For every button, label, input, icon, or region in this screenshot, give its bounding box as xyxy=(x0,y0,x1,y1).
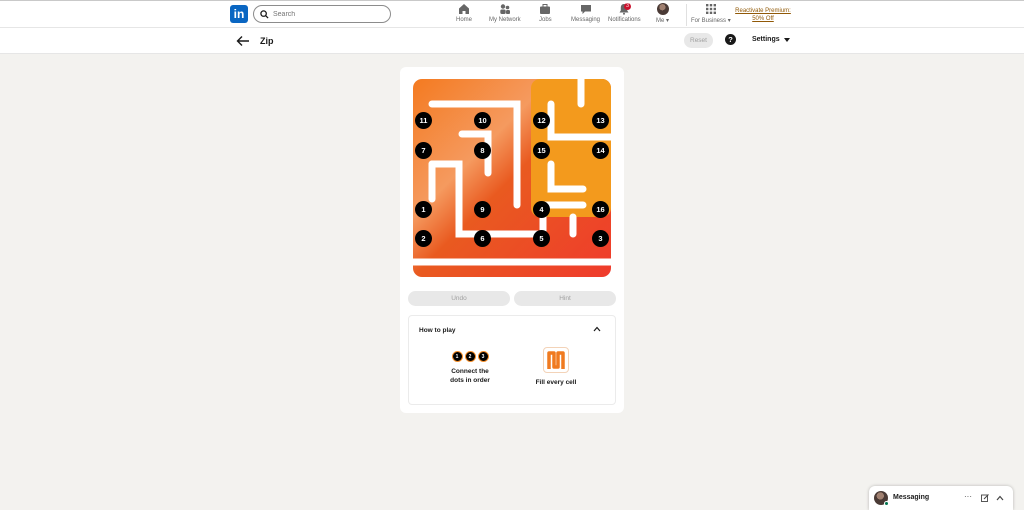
reset-button[interactable]: Reset xyxy=(684,33,713,48)
node: 13 xyxy=(592,112,609,129)
nav-me-label: Me xyxy=(656,18,665,24)
fill-path-icon xyxy=(543,347,569,373)
undo-button[interactable]: Undo xyxy=(408,291,510,306)
linkedin-logo[interactable]: in xyxy=(230,5,248,23)
how-to-play-panel: How to play 1 2 3 Connect the dots in or… xyxy=(408,315,616,405)
step-connect-line-2: dots in order xyxy=(450,377,490,384)
settings-button[interactable]: Settings xyxy=(752,36,790,43)
nav-home-label: Home xyxy=(456,17,473,23)
node: 14 xyxy=(592,142,609,159)
nav-divider xyxy=(686,4,687,26)
chevron-up-icon[interactable] xyxy=(996,495,1004,501)
premium-line-2: 50% Off xyxy=(752,16,774,22)
hint-button[interactable]: Hint xyxy=(514,291,616,306)
node: 12 xyxy=(533,112,550,129)
home-icon xyxy=(459,4,469,14)
node: 6 xyxy=(474,230,491,247)
node: 3 xyxy=(592,230,609,247)
step-fill-cells: Fill every cell xyxy=(529,347,583,387)
search-box[interactable] xyxy=(253,5,391,23)
mini-dot: 2 xyxy=(464,351,476,362)
step-connect-line-1: Connect the xyxy=(451,368,489,375)
briefcase-icon xyxy=(540,4,551,14)
nav-jobs-label: Jobs xyxy=(539,17,552,23)
step-fill-label: Fill every cell xyxy=(535,379,577,386)
messaging-overlay[interactable]: Messaging ··· xyxy=(869,486,1013,510)
game-controls: Undo Hint xyxy=(408,291,616,306)
global-nav: in Home My Network Jobs Messaging 3 Noti… xyxy=(0,0,1024,28)
mini-dot: 3 xyxy=(477,351,489,362)
reactivate-premium-link[interactable]: Reactivate Premium: 50% Off xyxy=(733,7,793,23)
node: 5 xyxy=(533,230,550,247)
node: 9 xyxy=(474,201,491,218)
caret-down-icon xyxy=(783,37,790,42)
how-to-play-title: How to play xyxy=(419,327,456,334)
path-svg xyxy=(409,75,615,277)
game-card: 11 10 12 13 7 8 15 14 1 9 4 16 2 6 5 3 U… xyxy=(400,67,624,413)
network-icon xyxy=(500,4,510,14)
settings-label: Settings xyxy=(752,36,780,43)
nav-my-network-label: My Network xyxy=(489,17,521,23)
nav-messaging[interactable]: Messaging xyxy=(571,3,600,27)
back-arrow-icon[interactable] xyxy=(236,35,250,47)
nav-notifications-label: Notifications xyxy=(608,17,641,23)
chevron-down-icon: ▾ xyxy=(727,18,731,24)
chevron-up-icon[interactable] xyxy=(593,326,601,332)
node: 8 xyxy=(474,142,491,159)
node: 11 xyxy=(415,112,432,129)
page-title: Zip xyxy=(260,36,274,46)
notifications-badge: 3 xyxy=(624,3,631,10)
game-header: Zip Reset ? Settings xyxy=(0,28,1024,54)
more-options-icon[interactable]: ··· xyxy=(964,492,972,501)
node: 15 xyxy=(533,142,550,159)
nav-jobs[interactable]: Jobs xyxy=(539,3,552,27)
node: 16 xyxy=(592,201,609,218)
node: 4 xyxy=(533,201,550,218)
node: 7 xyxy=(415,142,432,159)
premium-line-1: Reactivate Premium: xyxy=(735,8,791,14)
nav-me[interactable]: Me ▾ xyxy=(656,3,669,27)
grid-icon xyxy=(705,4,716,14)
mini-dot: 1 xyxy=(451,351,463,362)
online-status-icon xyxy=(884,501,889,506)
nav-messaging-label: Messaging xyxy=(571,17,601,23)
messaging-label: Messaging xyxy=(893,494,930,501)
compose-icon[interactable] xyxy=(981,494,989,502)
search-input[interactable] xyxy=(273,10,383,18)
nav-for-business[interactable]: For Business ▾ xyxy=(691,3,731,27)
nav-for-business-label: For Business xyxy=(691,18,727,24)
search-icon xyxy=(260,9,269,19)
nav-my-network[interactable]: My Network xyxy=(489,3,521,27)
nav-notifications[interactable]: 3 Notifications xyxy=(608,3,641,27)
node: 1 xyxy=(415,201,432,218)
nav-home[interactable]: Home xyxy=(456,3,472,27)
chat-icon xyxy=(580,5,591,14)
step-connect-dots: 1 2 3 Connect the dots in order xyxy=(443,351,497,385)
game-board[interactable]: 11 10 12 13 7 8 15 14 1 9 4 16 2 6 5 3 xyxy=(409,75,615,277)
chevron-down-icon: ▾ xyxy=(666,18,670,24)
node: 2 xyxy=(415,230,432,247)
node: 10 xyxy=(474,112,491,129)
help-icon[interactable]: ? xyxy=(725,34,736,45)
dots-sequence-icon: 1 2 3 xyxy=(443,351,497,362)
avatar xyxy=(656,3,669,15)
